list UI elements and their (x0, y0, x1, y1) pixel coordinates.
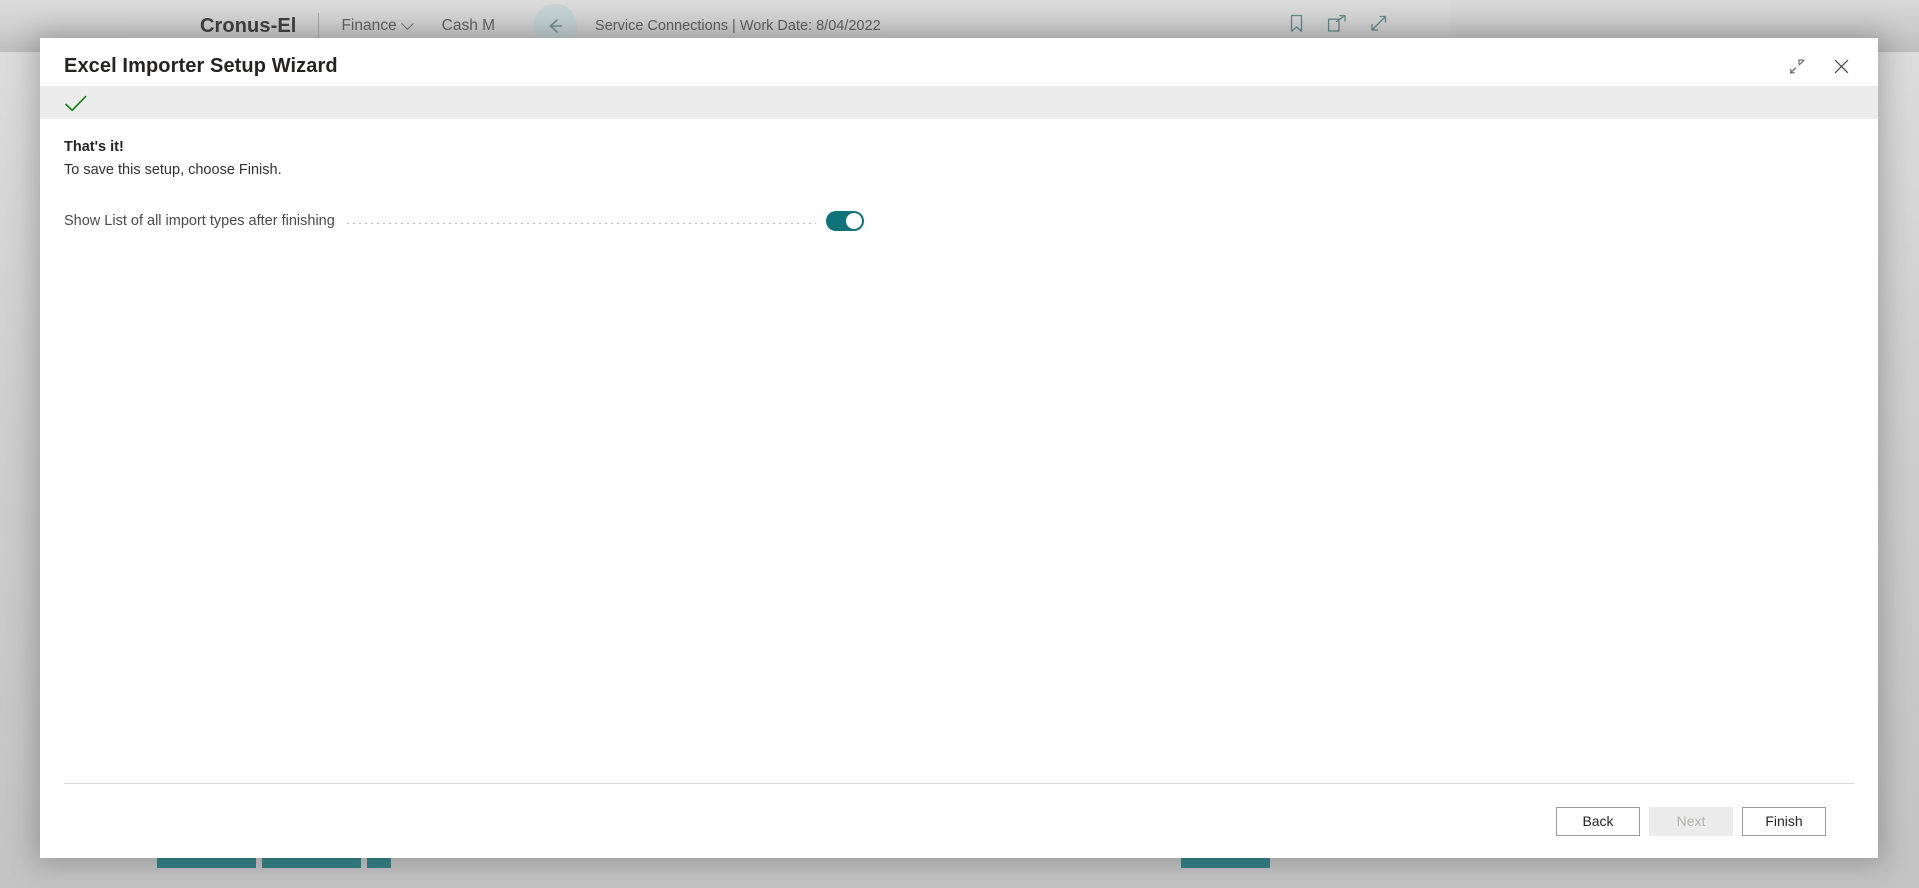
nav-item-cash-management[interactable]: Cash M (442, 17, 495, 35)
show-list-toggle[interactable] (826, 211, 864, 231)
nav-item-finance-label: Finance (341, 17, 397, 34)
excel-importer-setup-wizard-dialog: Excel Importer Setup Wizard That's it! T… (40, 38, 1878, 858)
show-list-setting-row: Show List of all import types after fini… (64, 208, 864, 234)
breadcrumb: Service Connections | Work Date: 8/04/20… (595, 18, 881, 34)
body-heading: That's it! (64, 139, 124, 155)
background-toolbar-icons (1288, 14, 1389, 33)
show-list-setting-label: Show List of all import types after fini… (64, 213, 335, 229)
restore-down-button[interactable] (1780, 51, 1814, 81)
dialog-title: Excel Importer Setup Wizard (64, 54, 338, 77)
company-name: Cronus-El (200, 14, 297, 37)
body-subtext: To save this setup, choose Finish. (64, 162, 282, 178)
open-in-new-window-icon[interactable] (1327, 14, 1347, 33)
dotted-leader (344, 222, 816, 224)
nav-item-cash-management-label: Cash M (441, 17, 496, 34)
chevron-down-icon (400, 16, 414, 30)
back-button[interactable]: Back (1556, 806, 1640, 836)
dialog-header: Excel Importer Setup Wizard (40, 38, 1878, 86)
nav-item-finance[interactable]: Finance (341, 16, 414, 35)
expand-icon[interactable] (1369, 14, 1389, 33)
back-arrow-icon (549, 19, 563, 33)
toggle-knob (846, 213, 862, 229)
dialog-header-actions (1780, 43, 1858, 81)
close-button[interactable] (1824, 51, 1858, 81)
bookmark-icon[interactable] (1288, 14, 1305, 33)
collapse-diagonal-icon (1789, 58, 1805, 74)
footer-actions: Back Next Finish (64, 784, 1854, 858)
topbar-divider (318, 13, 320, 39)
check-icon (65, 95, 87, 111)
next-button: Next (1649, 806, 1733, 836)
dialog-body: That's it! To save this setup, choose Fi… (40, 119, 1878, 783)
close-icon (1834, 59, 1848, 73)
finish-button[interactable]: Finish (1742, 806, 1826, 836)
dialog-footer: Back Next Finish (40, 783, 1878, 858)
wizard-step-banner (40, 86, 1878, 119)
